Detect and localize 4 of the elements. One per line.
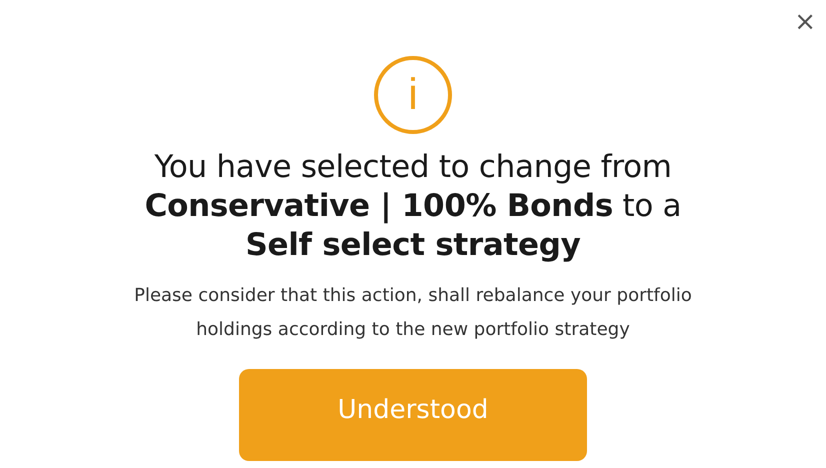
close-button[interactable]: × (788, 8, 822, 36)
dialog-message: Please consider that this action, shall rebalance your portfolio holdings according to the new portfolio strategy (134, 284, 692, 342)
info-icon: i (374, 56, 452, 134)
dialog-heading: You have selected to change from Conservative | 100% Bonds to a Self select strategy (144, 148, 682, 265)
